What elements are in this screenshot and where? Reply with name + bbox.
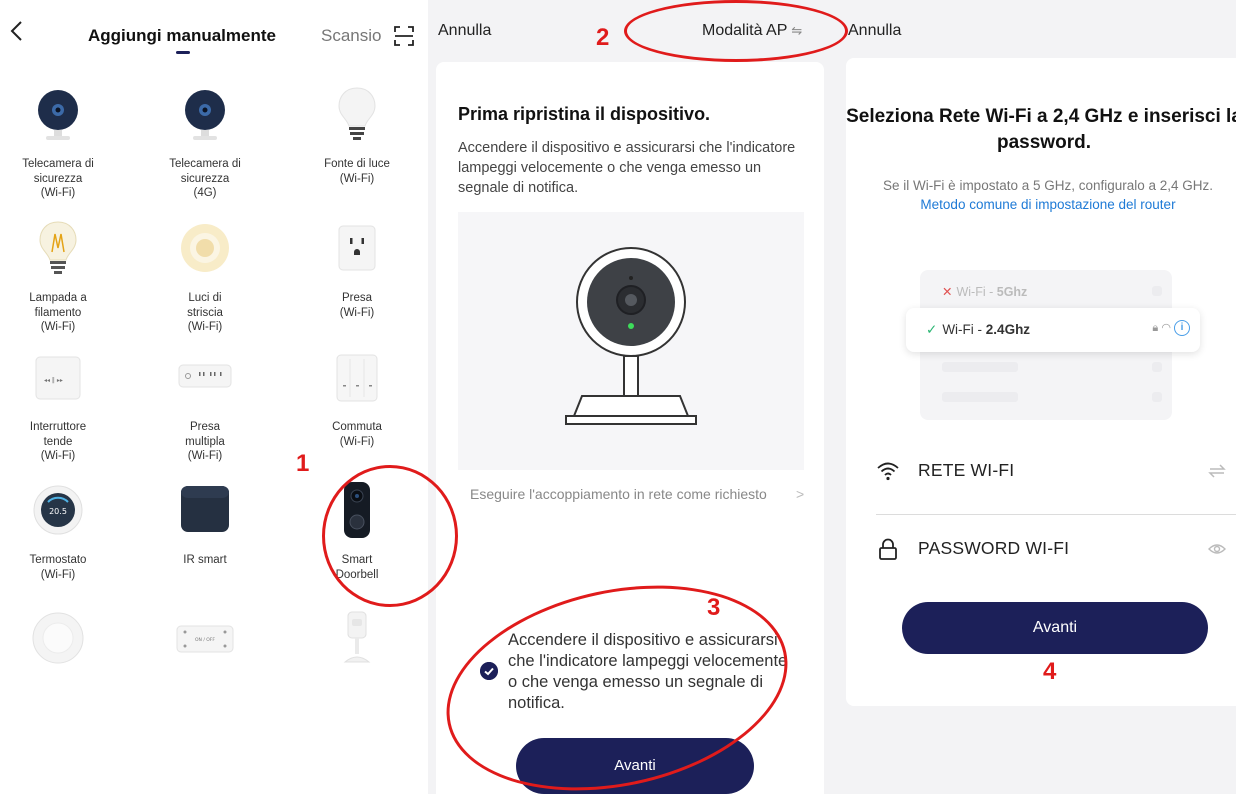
chevron-right-icon: > xyxy=(796,486,805,502)
device-power-strip[interactable]: Presa multipla (Wi-Fi) xyxy=(141,347,269,464)
curtain-switch-icon: ◂◂ ‖ ▸▸ xyxy=(35,356,81,400)
device-smart-doorbell[interactable]: Smart Doorbell xyxy=(293,480,421,582)
smoke-detector-icon xyxy=(32,612,84,664)
svg-text:ON / OFF: ON / OFF xyxy=(195,637,215,643)
thermostat-icon: 20.5 xyxy=(33,485,83,535)
device-ir-smart[interactable]: IR smart xyxy=(141,480,269,568)
device-catalog-panel: Aggiungi manualmente Scansio Telecamera … xyxy=(0,0,428,794)
device-socket[interactable]: Presa (Wi-Fi) xyxy=(293,218,421,320)
light-strip-icon xyxy=(181,224,229,272)
swap-arrows-icon: ⇋ xyxy=(791,23,803,38)
device-breaker[interactable]: ON / OFF xyxy=(141,608,269,673)
reset-card: Prima ripristina il dispositivo. Accende… xyxy=(436,62,824,794)
cross-icon: ✕ xyxy=(942,285,953,299)
wifi-24ghz-row: ✓ Wi-Fi - 2.4Ghz 🔒︎ ◠ i xyxy=(906,308,1200,352)
field-divider xyxy=(876,514,1236,515)
placeholder-bar xyxy=(1152,392,1162,402)
wifi-band-illustration: ✕ Wi-Fi - 5Ghz ✓ Wi-Fi - 2.4Ghz 🔒︎ ◠ i xyxy=(906,270,1200,420)
breaker-icon: ON / OFF xyxy=(176,625,234,653)
light-bulb-icon xyxy=(338,87,376,140)
wifi-description: Se il Wi-Fi è impostato a 5 GHz, configu… xyxy=(882,178,1214,212)
wifi-password-field[interactable]: PASSWORD WI-FI xyxy=(876,524,1236,574)
next-button[interactable]: Avanti xyxy=(902,602,1208,654)
placeholder-bar xyxy=(942,392,1018,402)
svg-text:◂◂ ‖ ▸▸: ◂◂ ‖ ▸▸ xyxy=(44,377,63,384)
socket-icon xyxy=(338,225,376,271)
ir-remote-icon xyxy=(181,486,229,532)
annotation-number-1: 1 xyxy=(296,450,310,477)
security-camera-4g-icon xyxy=(185,90,225,140)
security-camera-icon xyxy=(38,90,78,140)
reset-heading: Prima ripristina il dispositivo. xyxy=(458,104,711,124)
wifi-5ghz-row: ✕ Wi-Fi - 5Ghz xyxy=(942,285,1028,299)
svg-text:20.5: 20.5 xyxy=(49,507,67,516)
reset-device-panel: Annulla Modalità AP ⇋ Prima ripristina il… xyxy=(428,0,840,794)
device-wall-switch[interactable]: Commuta (Wi-Fi) xyxy=(293,347,421,449)
next-button[interactable]: Avanti xyxy=(516,738,754,794)
cancel-button[interactable]: Annulla xyxy=(438,22,491,40)
wifi-heading: Seleziona Rete Wi-Fi a 2,4 GHz e inseris… xyxy=(846,106,1236,153)
router-setup-link[interactable]: Metodo comune di impostazione del router xyxy=(920,197,1175,212)
wifi-network-field[interactable]: RETE WI-FI xyxy=(876,446,1236,496)
info-icon: i xyxy=(1174,320,1190,336)
reset-description: Accendere il dispositivo e assicurarsi c… xyxy=(458,140,796,196)
scan-tab[interactable]: Scansio xyxy=(321,26,381,46)
placeholder-bar xyxy=(942,362,1018,372)
power-strip-icon xyxy=(178,364,232,388)
eye-icon[interactable] xyxy=(1208,540,1226,558)
scan-icon[interactable] xyxy=(393,25,415,47)
catalog-header: Aggiungi manualmente Scansio xyxy=(0,0,428,60)
device-thermostat[interactable]: 20.5 Termostato (Wi-Fi) xyxy=(0,480,122,582)
annotation-number-4: 4 xyxy=(1043,658,1057,685)
wifi-icon xyxy=(877,462,899,481)
wifi-status-icons: 🔒︎ ◠ i xyxy=(1152,320,1190,336)
confirm-text: Accendere il dispositivo e assicurarsi c… xyxy=(508,631,788,712)
device-smoke-detector[interactable] xyxy=(0,608,122,673)
device-security-camera-wifi[interactable]: Telecamera di sicurezza (Wi-Fi) xyxy=(0,84,122,201)
swap-arrows-icon[interactable] xyxy=(1208,462,1226,480)
wall-switch-icon xyxy=(336,354,378,402)
wifi-setup-panel: Annulla Seleziona Rete Wi-Fi a 2,4 GHz e… xyxy=(840,0,1236,794)
check-icon: ✓ xyxy=(926,322,938,337)
doorbell-icon xyxy=(344,482,370,538)
placeholder-bar xyxy=(1152,286,1162,296)
camera-icon xyxy=(565,247,697,425)
motion-sensor-icon xyxy=(343,611,371,663)
device-light-strip[interactable]: Luci di striscia (Wi-Fi) xyxy=(141,218,269,335)
placeholder-bar xyxy=(1152,362,1162,372)
camera-illustration xyxy=(458,212,804,470)
cancel-button[interactable]: Annulla xyxy=(848,22,901,40)
ap-mode-switch[interactable]: Modalità AP ⇋ xyxy=(702,22,802,40)
catalog-title[interactable]: Aggiungi manualmente xyxy=(88,26,276,46)
confirm-checkbox[interactable] xyxy=(480,662,498,680)
wifi-signal-icon: ◠ xyxy=(1161,321,1171,334)
filament-bulb-icon xyxy=(39,221,77,274)
annotation-number-3: 3 xyxy=(707,594,721,621)
wifi-network-label: RETE WI-FI xyxy=(918,460,1015,480)
pairing-guide-link[interactable]: Eseguire l'accoppiamento in rete come ri… xyxy=(470,486,780,502)
lock-icon xyxy=(879,538,897,560)
device-filament-lamp[interactable]: Lampada a filamento (Wi-Fi) xyxy=(0,218,122,335)
wifi-password-label: PASSWORD WI-FI xyxy=(918,538,1070,558)
lock-icon: 🔒︎ xyxy=(1152,321,1159,334)
active-tab-indicator xyxy=(176,51,190,54)
device-curtain-switch[interactable]: ◂◂ ‖ ▸▸ Interruttore tende (Wi-Fi) xyxy=(0,347,122,464)
back-arrow-icon[interactable] xyxy=(6,18,28,44)
device-light-source[interactable]: Fonte di luce (Wi-Fi) xyxy=(293,84,421,186)
device-motion-sensor[interactable] xyxy=(293,608,421,673)
ap-mode-label: Modalità AP xyxy=(702,22,788,39)
device-security-camera-4g[interactable]: Telecamera di sicurezza (4G) xyxy=(141,84,269,201)
annotation-number-2: 2 xyxy=(596,24,610,51)
